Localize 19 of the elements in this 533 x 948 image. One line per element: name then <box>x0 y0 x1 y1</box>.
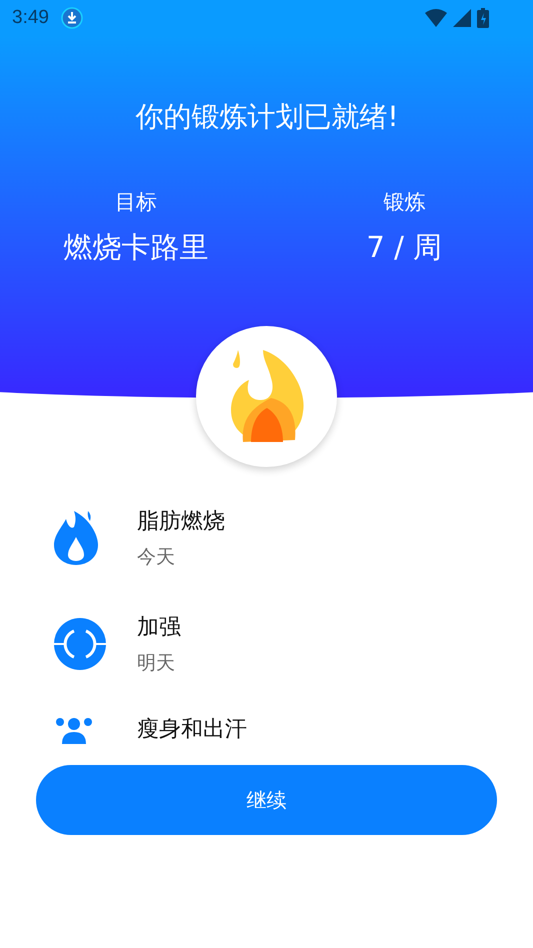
battery-icon <box>477 8 489 28</box>
plan-item-title: 脂肪燃烧 <box>137 508 225 536</box>
stat-label: 目标 <box>114 189 157 216</box>
status-time: 3:49 <box>12 7 49 29</box>
wifi-icon <box>425 9 447 27</box>
ring-icon <box>54 618 106 670</box>
stat-value: 7 / 周 <box>366 229 442 266</box>
stat-value: 燃烧卡路里 <box>63 229 208 266</box>
plan-item-day: 明天 <box>137 650 181 676</box>
signal-icon <box>453 9 471 27</box>
download-icon <box>60 7 83 29</box>
stat-label: 锻炼 <box>383 189 426 216</box>
plan-title: 你的锻炼计划已就绪! <box>135 99 399 135</box>
plan-item-title: 瘦身和出汗 <box>137 716 247 744</box>
plan-item-title: 加强 <box>137 614 181 642</box>
flame-icon <box>228 350 304 444</box>
flame-icon <box>54 511 98 565</box>
plan-item-day: 今天 <box>137 544 225 570</box>
continue-button[interactable]: 继续 <box>36 765 497 835</box>
